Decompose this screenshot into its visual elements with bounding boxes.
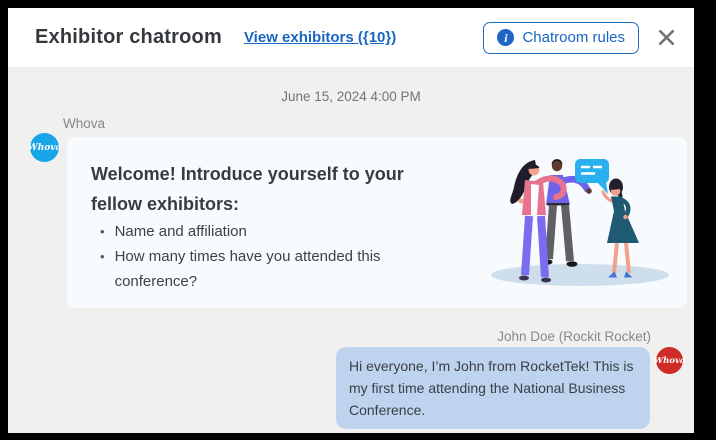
chatroom-dialog: Exhibitor chatroom View exhibitors ({10}… <box>8 8 694 433</box>
list-item: • Name and affiliation <box>100 219 442 244</box>
chat-message-area[interactable]: June 15, 2024 4:00 PM Whova Whova Welcom… <box>8 68 694 433</box>
bullet-icon: • <box>100 244 105 294</box>
chat-message-bubble: Hi everyone, I’m John from RocketTek! Th… <box>336 347 650 429</box>
rockit-rocket-avatar[interactable]: Whova <box>656 347 683 374</box>
chatroom-rules-label: Chatroom rules <box>522 29 625 46</box>
page-title: Exhibitor chatroom <box>35 26 222 49</box>
welcome-heading: Welcome! Introduce yourself to your fell… <box>91 159 449 219</box>
chatroom-rules-button[interactable]: i Chatroom rules <box>483 22 639 54</box>
welcome-message-card: Welcome! Introduce yourself to your fell… <box>67 137 687 308</box>
message-line: Hi everyone, I’m John from RocketTek! Th… <box>349 355 637 377</box>
view-exhibitors-link[interactable]: View exhibitors ({10}) <box>244 29 396 46</box>
bullet-icon: • <box>100 219 105 244</box>
whova-avatar[interactable]: Whova <box>30 133 59 162</box>
dialog-header: Exhibitor chatroom View exhibitors ({10}… <box>8 8 694 68</box>
whova-avatar-label: Whova <box>28 143 62 153</box>
sender-name-john: John Doe (Rockit Rocket) <box>497 329 651 344</box>
message-line: Conference. <box>349 399 637 421</box>
info-icon: i <box>497 29 514 46</box>
date-divider: June 15, 2024 4:00 PM <box>8 89 694 104</box>
people-chatting-illustration <box>473 139 685 301</box>
bullet-text: How many times have you attended this co… <box>115 244 442 294</box>
message-line: my first time attending the National Bus… <box>349 377 637 399</box>
close-button[interactable] <box>655 27 677 49</box>
list-item: • How many times have you attended this … <box>100 244 442 294</box>
welcome-bullet-list: • Name and affiliation • How many times … <box>100 219 442 294</box>
rockit-avatar-label: Whova <box>654 356 686 366</box>
bullet-text: Name and affiliation <box>115 219 247 244</box>
sender-name-whova: Whova <box>63 116 105 131</box>
close-icon <box>656 27 677 48</box>
